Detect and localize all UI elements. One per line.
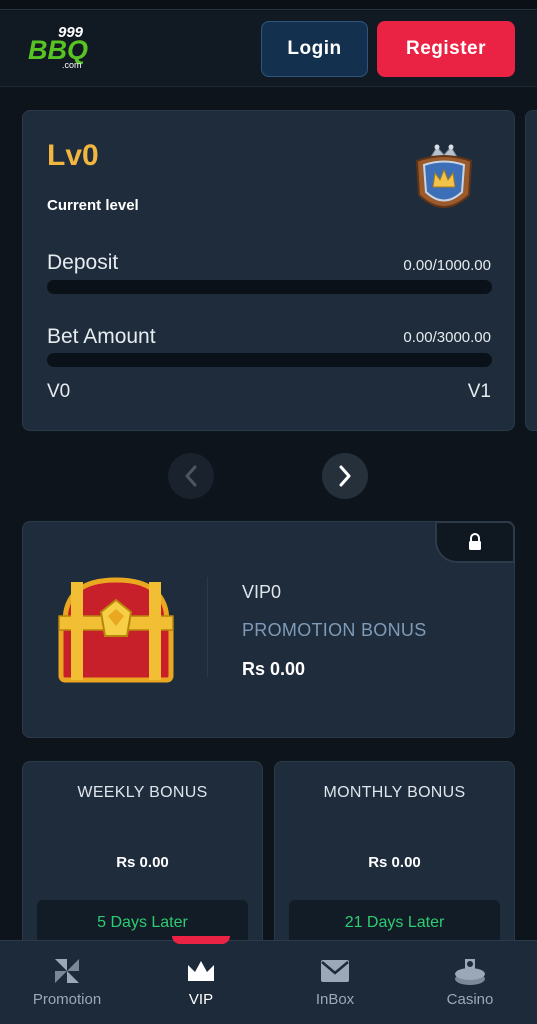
promo-amount: Rs 0.00 [242, 659, 306, 679]
promo-vip-level: VIP0 [242, 582, 282, 602]
promo-divider [207, 577, 208, 677]
active-tab-indicator [172, 936, 230, 944]
lock-icon[interactable] [435, 521, 515, 563]
bet-amount-value: 0.00/3000.00 [403, 329, 491, 346]
login-button[interactable]: Login [261, 21, 368, 77]
bottom-nav: Promotion VIP InBox Casino [0, 940, 537, 1024]
promo-title: PROMOTION BONUS [242, 620, 427, 640]
bet-amount-label: Bet Amount [47, 325, 156, 348]
current-level-label: Current level [47, 197, 139, 214]
pinwheel-icon [50, 955, 84, 987]
svg-text:.com: .com [62, 60, 82, 70]
crown-shield-icon [409, 143, 479, 223]
next-vip-tier: V1 [467, 381, 491, 402]
nav-label-casino: Casino [446, 991, 494, 1008]
current-level-value: Lv0 [47, 139, 99, 172]
site-logo[interactable]: 999 BBQ .com [28, 21, 98, 71]
nav-item-vip[interactable]: VIP [134, 941, 268, 1024]
monthly-bonus-title: MONTHLY BONUS [323, 784, 466, 801]
envelope-icon [318, 955, 352, 987]
weekly-bonus-amount: Rs 0.00 [116, 854, 169, 871]
deposit-progress-bar [47, 280, 492, 294]
bet-progress-bar [47, 353, 492, 367]
nav-item-promotion[interactable]: Promotion [0, 941, 134, 1024]
promotion-bonus-card: VIP0 PROMOTION BONUS Rs 0.00 [22, 521, 515, 738]
next-level-card[interactable] [525, 110, 537, 431]
chevron-right-icon[interactable] [322, 453, 368, 499]
monthly-bonus-amount: Rs 0.00 [368, 854, 421, 871]
nav-item-inbox[interactable]: InBox [268, 941, 402, 1024]
nav-label-promotion: Promotion [32, 991, 102, 1008]
vip-level-card: Lv0 Current level Deposit 0.00/1000.00 B… [22, 110, 515, 431]
nav-label-vip: VIP [188, 991, 214, 1008]
casino-chip-icon [453, 955, 487, 987]
nav-item-casino[interactable]: Casino [403, 941, 537, 1024]
monthly-bonus-card: MONTHLY BONUS Rs 0.00 21 Days Later [274, 761, 515, 961]
top-header: 999 BBQ .com Login Register [0, 11, 537, 87]
current-vip-tier: V0 [47, 381, 71, 402]
treasure-chest-icon [51, 572, 181, 687]
status-strip [0, 0, 537, 10]
chevron-left-icon[interactable] [168, 453, 214, 499]
deposit-value: 0.00/1000.00 [403, 257, 491, 274]
register-button[interactable]: Register [377, 21, 515, 77]
deposit-label: Deposit [47, 251, 119, 274]
nav-label-inbox: InBox [315, 991, 355, 1008]
crown-icon [184, 955, 218, 987]
weekly-bonus-card: WEEKLY BONUS Rs 0.00 5 Days Later [22, 761, 263, 961]
weekly-bonus-title: WEEKLY BONUS [77, 784, 208, 801]
